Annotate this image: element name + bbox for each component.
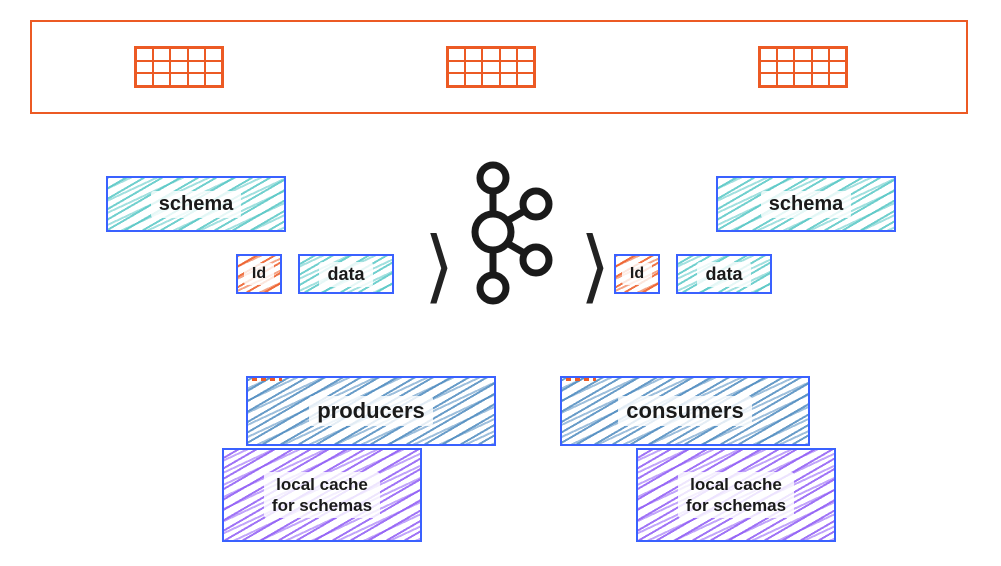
consumers-box: consumers bbox=[560, 376, 810, 446]
angle-right-icon: ❭ bbox=[420, 223, 457, 305]
id-label: Id bbox=[244, 263, 274, 285]
id-label: Id bbox=[622, 263, 652, 285]
local-cache-box-left: local cache for schemas bbox=[222, 448, 422, 542]
data-box-right: data bbox=[676, 254, 772, 294]
kafka-icon bbox=[456, 160, 556, 305]
producers-box: producers bbox=[246, 376, 496, 446]
schema-box-right: schema bbox=[716, 176, 896, 232]
schema-registry-container bbox=[30, 20, 968, 114]
producers-label: producers bbox=[309, 396, 433, 426]
id-box-right: Id bbox=[614, 254, 660, 294]
id-box-left: Id bbox=[236, 254, 282, 294]
local-cache-label: local cache for schemas bbox=[264, 472, 380, 519]
table-icon bbox=[758, 46, 848, 88]
data-label: data bbox=[319, 262, 372, 287]
local-cache-label: local cache for schemas bbox=[678, 472, 794, 519]
data-label: data bbox=[697, 262, 750, 287]
consumers-label: consumers bbox=[618, 396, 751, 426]
angle-right-icon: ❭ bbox=[576, 223, 613, 305]
schema-box-left: schema bbox=[106, 176, 286, 232]
table-icon bbox=[134, 46, 224, 88]
schema-label: schema bbox=[151, 191, 242, 218]
schema-label: schema bbox=[761, 191, 852, 218]
data-box-left: data bbox=[298, 254, 394, 294]
table-icon bbox=[446, 46, 536, 88]
local-cache-box-right: local cache for schemas bbox=[636, 448, 836, 542]
